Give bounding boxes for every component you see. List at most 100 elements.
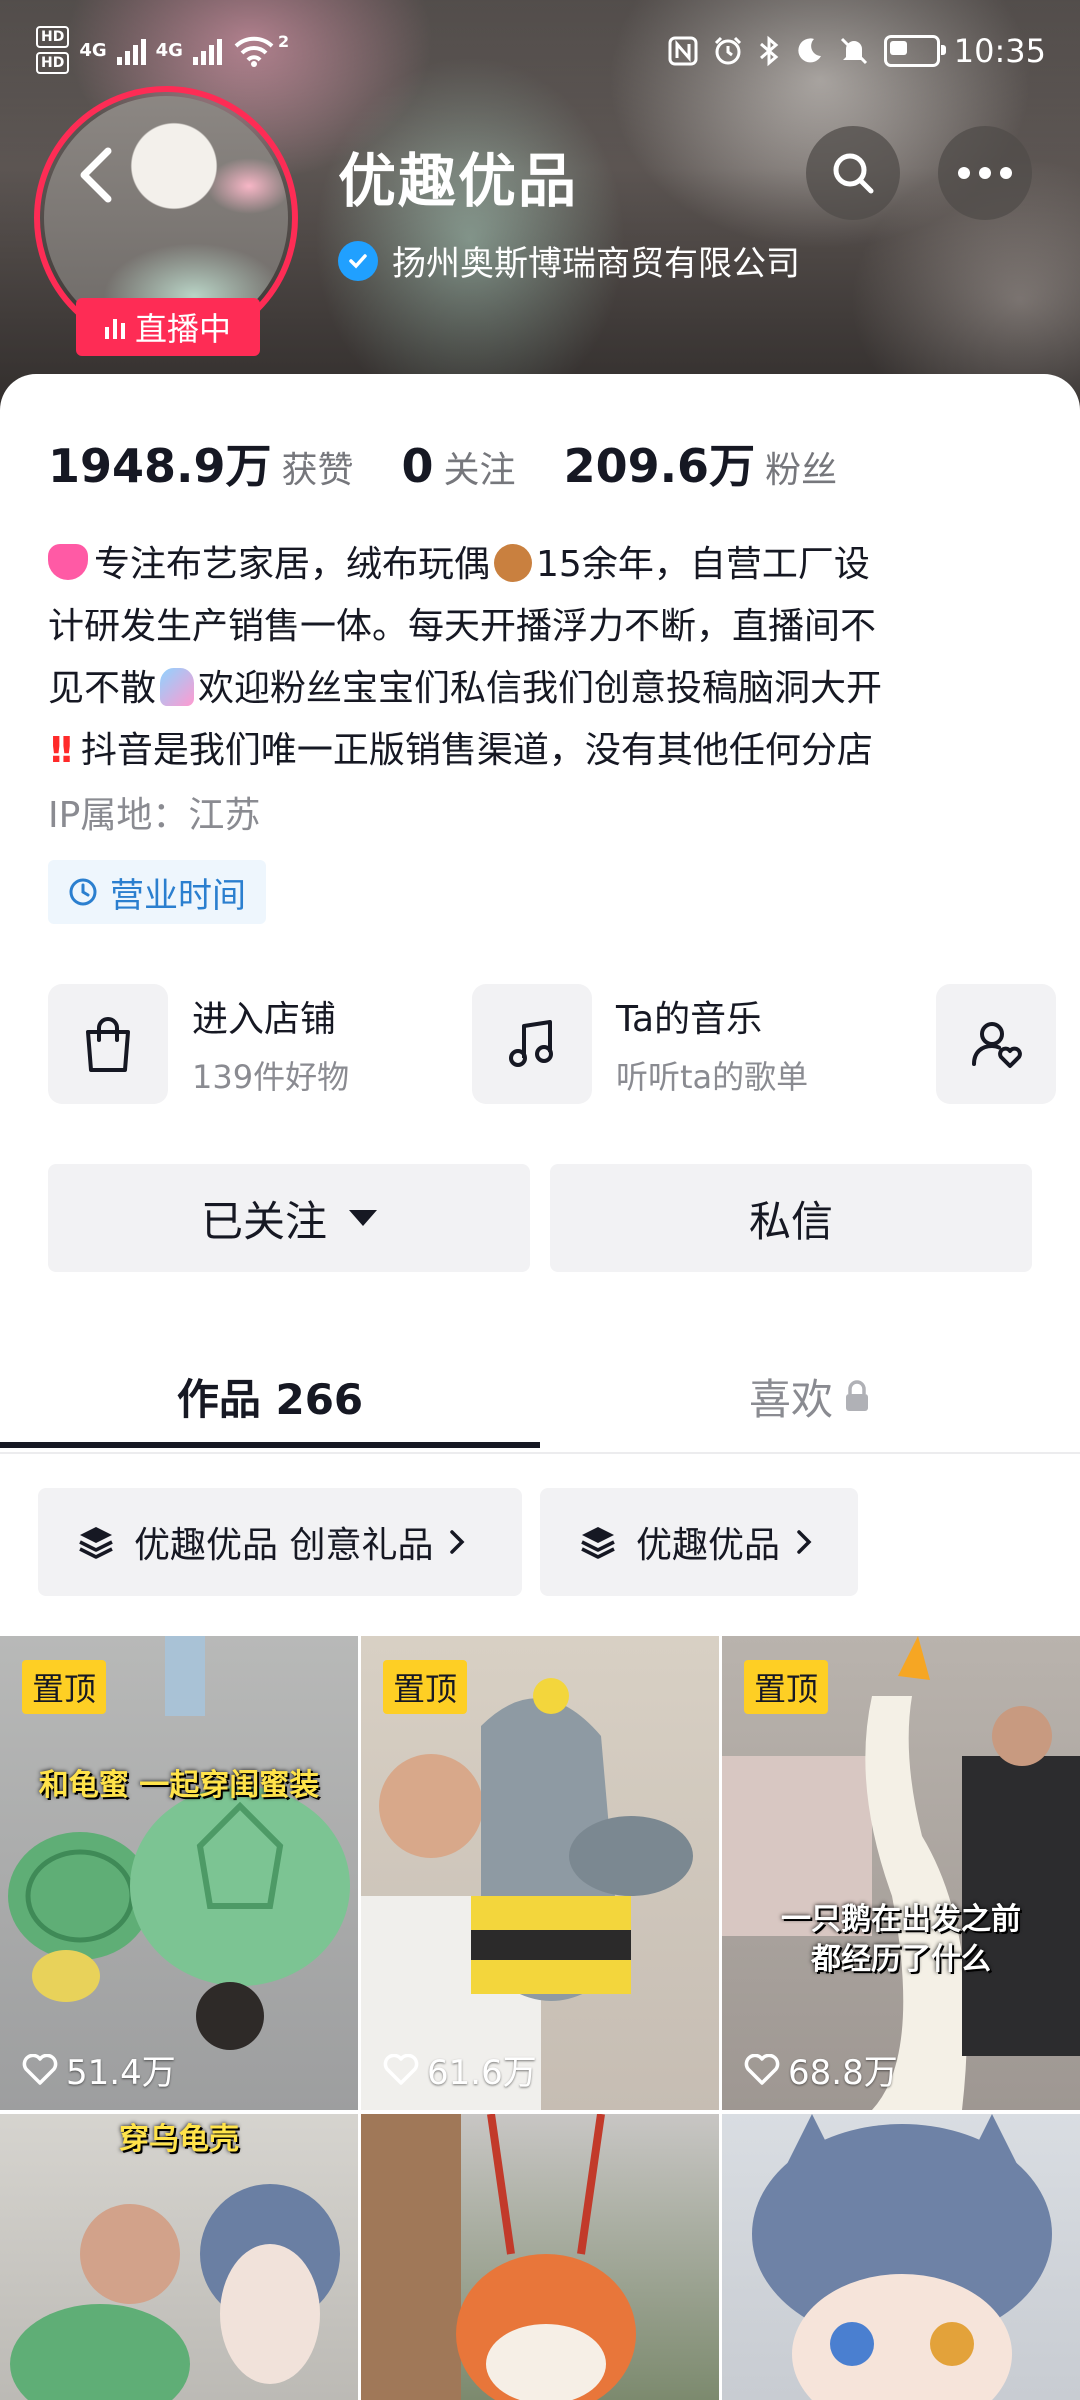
business-hours-chip[interactable]: 营业时间: [48, 860, 266, 924]
video-tile-3[interactable]: 一只鹅在出发之前 都经历了什么 置顶 68.8万: [722, 1636, 1080, 2110]
verified-company-name: 扬州奥斯博瑞商贸有限公司: [392, 244, 800, 284]
chevron-left-icon: [80, 147, 112, 203]
pinned-badge: 置顶: [22, 1660, 107, 1714]
alarm-icon: [714, 36, 741, 65]
pinned-badge: 置顶: [744, 1660, 829, 1714]
live-badge[interactable]: 直播中: [76, 298, 260, 356]
heart-outline-icon: [744, 2053, 780, 2085]
stat-followers-label: 粉丝: [765, 450, 838, 491]
cat-ear-doll-thumbnail: [752, 2114, 1052, 2400]
stat-following-label: 关注: [443, 450, 516, 491]
lock-icon: [846, 1380, 868, 1411]
heart-outline-icon: [22, 2053, 58, 2085]
bio-line1-b: 15余年，自营工厂设: [536, 544, 870, 585]
video-3-likes: 68.8万: [744, 2045, 898, 2094]
live-bars-icon: [104, 315, 125, 339]
fox-plush-thumbnail: [361, 2114, 636, 2400]
profile-bio: 专注布艺家居，绒布玩偶 15余年，自营工厂设 计研发生产销售一体。每天开播浮力不断…: [48, 534, 1038, 782]
video-tile-2[interactable]: 置顶 61.6万: [361, 1636, 719, 2110]
music-icon-box: [472, 984, 592, 1104]
more-dots-icon: [958, 167, 1012, 179]
verified-company[interactable]: 扬州奥斯博瑞商贸有限公司: [338, 236, 800, 285]
ip-location: IP属地：江苏: [48, 795, 261, 836]
network-indicators: HD HD 4G 4G 2: [36, 26, 289, 74]
verified-icon: [338, 240, 378, 281]
bio-line4: 抖音是我们唯一正版销售渠道，没有其他任何分店: [80, 730, 873, 771]
wifi-level: 2: [277, 31, 290, 51]
tab-works[interactable]: 作品 266: [0, 1340, 540, 1452]
network-type-1: 4G: [79, 39, 107, 61]
video-3-likes-count: 68.8万: [788, 2053, 898, 2093]
tab-likes-label: 喜欢: [748, 1374, 833, 1424]
more-button[interactable]: [938, 126, 1032, 220]
stat-followers-value: 209.6万: [563, 439, 756, 493]
back-button[interactable]: [66, 140, 126, 210]
live-label: 直播中: [134, 310, 231, 348]
collection-chip-2[interactable]: 优趣优品: [540, 1488, 858, 1596]
video-1-likes: 51.4万: [22, 2045, 176, 2094]
stat-following-value: 0: [401, 439, 434, 493]
stat-following[interactable]: 0 关注: [402, 439, 516, 493]
video-3-caption-line1: 一只鹅在出发之前: [781, 1902, 1021, 1937]
bluetooth-icon: [759, 35, 779, 67]
nfc-icon: [668, 36, 698, 66]
battery-fill: [889, 41, 907, 55]
bio-line2: 计研发生产销售一体。每天开播浮力不断，直播间不: [48, 606, 877, 647]
video-tile-6[interactable]: [722, 2114, 1080, 2400]
stat-likes-label: 获赞: [281, 450, 354, 491]
clock-icon: [69, 878, 97, 906]
fans-icon-box: [936, 984, 1056, 1104]
mute-icon: [840, 37, 867, 65]
profile-stats: 1948.9万 获赞 0 关注 209.6万 粉丝: [48, 430, 885, 496]
following-button[interactable]: 已关注: [48, 1164, 530, 1272]
video-1-caption: 和龟蜜 一起穿闺蜜装: [38, 1768, 320, 1803]
collection-2-label: 优趣优品: [636, 1525, 781, 1566]
video-tile-1[interactable]: 和龟蜜 一起穿闺蜜装 置顶 51.4万: [0, 1636, 358, 2110]
pink-heart-emoji: [48, 544, 88, 580]
caret-down-icon: [349, 1210, 377, 1226]
search-icon: [833, 153, 874, 194]
chevron-right-icon: [450, 1530, 465, 1554]
bio-line1-a: 专注布艺家居，绒布玩偶: [94, 544, 491, 585]
collection-chip-1[interactable]: 优趣优品 创意礼品: [38, 1488, 522, 1596]
battery-icon: [883, 35, 946, 67]
stat-likes[interactable]: 1948.9万 获赞: [48, 430, 354, 496]
hd-badge-2: HD: [36, 52, 70, 74]
following-label: 已关注: [200, 1196, 327, 1246]
message-label: 私信: [748, 1196, 833, 1246]
chevron-right-icon: [797, 1530, 812, 1554]
message-button[interactable]: 私信: [550, 1164, 1032, 1272]
music-entry[interactable]: Ta的音乐 听听ta的歌单: [472, 984, 808, 1104]
pinned-badge: 置顶: [383, 1660, 468, 1714]
collection-1-label: 优趣优品 创意礼品: [134, 1525, 434, 1566]
signal-icon-2: [192, 35, 222, 65]
fairy-emoji: [160, 668, 195, 706]
content-tabs: 作品 266 喜欢: [0, 1340, 1080, 1454]
clock: 10:35: [953, 32, 1046, 70]
music-note-icon: [509, 1020, 553, 1067]
video-3-caption-line2: 都经历了什么: [811, 1942, 991, 1977]
moon-icon: [798, 38, 821, 63]
video-4-caption: 穿乌龟壳: [119, 2122, 239, 2157]
heart-outline-icon: [383, 2053, 419, 2085]
business-hours-label: 营业时间: [110, 875, 246, 916]
video-tile-4[interactable]: 穿乌龟壳: [0, 2114, 358, 2400]
teddy-bear-emoji: [494, 544, 533, 582]
video-2-likes: 61.6万: [383, 2045, 537, 2094]
music-title: Ta的音乐: [616, 999, 763, 1040]
video-tile-5[interactable]: [361, 2114, 719, 2400]
wifi-icon: [234, 36, 274, 67]
stat-followers[interactable]: 209.6万 粉丝: [564, 430, 838, 496]
tab-likes[interactable]: 喜欢: [540, 1340, 1080, 1452]
bio-line3-a: 见不散: [48, 668, 157, 709]
fans-group-entry[interactable]: [936, 984, 1056, 1104]
shop-subtitle: 139件好物: [192, 1058, 350, 1096]
signal-icon-1: [116, 35, 146, 65]
profile-name: 优趣优品: [338, 147, 579, 215]
shop-icon-box: [48, 984, 168, 1104]
shop-entry[interactable]: 进入店铺 139件好物: [48, 984, 349, 1104]
user-heart-icon: [972, 1022, 1022, 1068]
system-icons: 10:35: [668, 32, 1046, 70]
music-subtitle: 听听ta的歌单: [616, 1058, 809, 1096]
search-button[interactable]: [806, 126, 900, 220]
